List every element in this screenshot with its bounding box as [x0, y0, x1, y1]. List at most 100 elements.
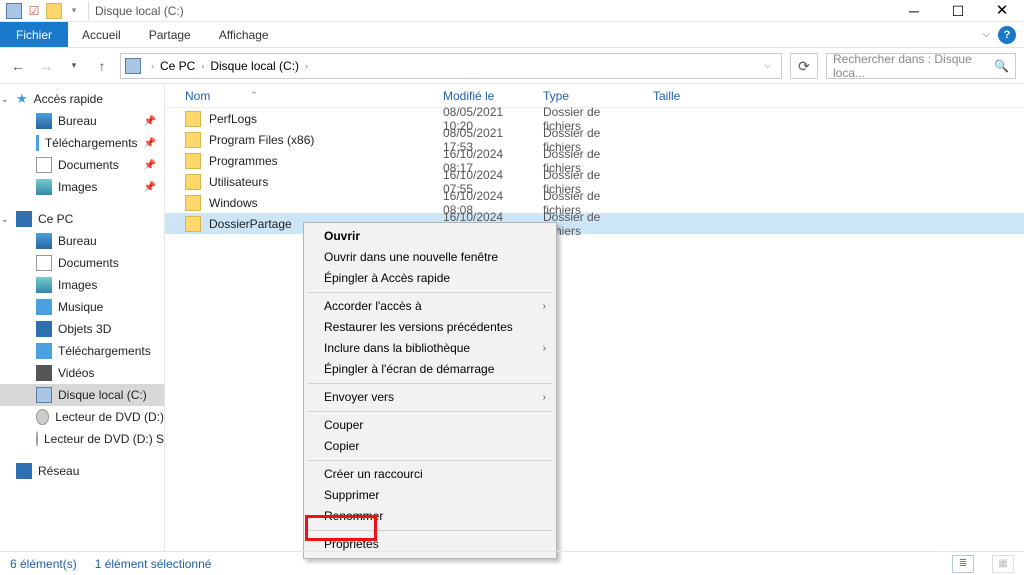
chevron-right-icon[interactable]: ›: [145, 61, 160, 71]
sidebar-item[interactable]: Images: [0, 274, 164, 296]
chevron-right-icon: ›: [543, 338, 546, 359]
minimize-button[interactable]: ─: [892, 0, 936, 22]
drive-icon: [125, 58, 141, 74]
column-type[interactable]: Type: [523, 89, 633, 103]
address-bar: ← → ▾ ↑ › Ce PC › Disque local (C:) › ⌵ …: [0, 48, 1024, 84]
cm-send-to[interactable]: Envoyer vers›: [306, 387, 554, 408]
context-menu: Ouvrir Ouvrir dans une nouvelle fenêtre …: [303, 222, 557, 559]
search-input[interactable]: Rechercher dans : Disque loca... 🔍: [826, 53, 1016, 79]
chevron-right-icon: ›: [543, 387, 546, 408]
cm-delete[interactable]: Supprimer: [306, 485, 554, 506]
folder-icon: [185, 174, 201, 190]
file-name: Programmes: [209, 154, 278, 168]
breadcrumb-pc[interactable]: Ce PC: [160, 59, 195, 73]
cm-open[interactable]: Ouvrir: [306, 226, 554, 247]
sort-indicator-icon: ⌃: [250, 90, 258, 101]
cm-copy[interactable]: Copier: [306, 436, 554, 457]
sidebar-item[interactable]: Téléchargements 📌: [0, 132, 164, 154]
cm-pin-start[interactable]: Épingler à l'écran de démarrage: [306, 359, 554, 380]
sidebar-item-label: Musique: [58, 300, 103, 314]
address-dropdown-icon[interactable]: ⌵: [758, 60, 777, 71]
explorer-icon: [6, 3, 22, 19]
sidebar-item-icon: [36, 409, 49, 425]
column-size[interactable]: Taille: [633, 89, 693, 103]
sidebar-item-icon: [36, 277, 52, 293]
breadcrumb-drive[interactable]: Disque local (C:): [210, 59, 299, 73]
ribbon-tabs: Fichier Accueil Partage Affichage ⌵ ?: [0, 22, 1024, 48]
tab-view[interactable]: Affichage: [205, 22, 283, 47]
sidebar-item-label: Lecteur de DVD (D:) S: [44, 432, 164, 446]
sidebar-item[interactable]: Documents📌: [0, 154, 164, 176]
file-list-pane: Nom⌃ Modifié le Type Taille PerfLogs08/0…: [165, 84, 1024, 551]
expand-icon[interactable]: ⌄: [1, 214, 10, 225]
table-row[interactable]: DossierPartage16/10/2024 08:42Dossier de…: [165, 213, 1024, 234]
column-date[interactable]: Modifié le: [423, 89, 523, 103]
sidebar-item[interactable]: Musique: [0, 296, 164, 318]
folder-icon: [185, 195, 201, 211]
view-details-button[interactable]: ≣: [952, 555, 974, 573]
chevron-right-icon[interactable]: ›: [299, 61, 314, 71]
pin-icon: 📌: [144, 138, 156, 149]
search-icon: 🔍: [994, 59, 1009, 73]
cm-grant-access[interactable]: Accorder l'accès à›: [306, 296, 554, 317]
quick-access-toolbar: ☑ ▾: [0, 3, 82, 19]
cm-open-new-window[interactable]: Ouvrir dans une nouvelle fenêtre: [306, 247, 554, 268]
close-button[interactable]: ✕: [980, 0, 1024, 22]
ribbon-expand-icon[interactable]: ⌵: [976, 22, 996, 47]
sidebar-item[interactable]: Bureau: [0, 230, 164, 252]
qat-properties-icon[interactable]: ☑: [26, 3, 42, 19]
sidebar-this-pc[interactable]: ⌄ Ce PC: [0, 208, 164, 230]
file-name: Windows: [209, 196, 258, 210]
tab-home[interactable]: Accueil: [68, 22, 135, 47]
cm-cut[interactable]: Couper: [306, 415, 554, 436]
sidebar-item[interactable]: Objets 3D: [0, 318, 164, 340]
sidebar-item-icon: [36, 233, 52, 249]
sidebar-item-label: Téléchargements: [45, 136, 138, 150]
breadcrumb[interactable]: › Ce PC › Disque local (C:) › ⌵: [120, 53, 782, 79]
folder-icon: [185, 111, 201, 127]
refresh-button[interactable]: ⟳: [790, 53, 818, 79]
sidebar-item-icon: [36, 135, 39, 151]
separator: [308, 292, 552, 293]
sidebar-item[interactable]: Disque local (C:): [0, 384, 164, 406]
help-icon[interactable]: ?: [998, 26, 1016, 44]
sidebar-item[interactable]: Bureau📌: [0, 110, 164, 132]
qat-dropdown-icon[interactable]: ▾: [66, 3, 82, 19]
expand-icon[interactable]: ⌄: [1, 94, 10, 105]
pin-icon: 📌: [144, 116, 156, 127]
sidebar-item-icon: [36, 299, 52, 315]
sidebar-item[interactable]: Lecteur de DVD (D:): [0, 406, 164, 428]
sidebar-item[interactable]: Lecteur de DVD (D:) S: [0, 428, 164, 450]
sidebar-item[interactable]: Téléchargements: [0, 340, 164, 362]
sidebar-item-icon: [36, 157, 52, 173]
back-button[interactable]: ←: [8, 58, 28, 74]
sidebar-item-icon: [36, 179, 52, 195]
sidebar-network[interactable]: › Réseau: [0, 460, 164, 482]
cm-restore-versions[interactable]: Restaurer les versions précédentes: [306, 317, 554, 338]
sidebar-item-icon: [36, 113, 52, 129]
sidebar-item[interactable]: Images📌: [0, 176, 164, 198]
recent-dropdown-icon[interactable]: ▾: [64, 60, 84, 71]
sidebar-item[interactable]: Vidéos: [0, 362, 164, 384]
sidebar-item-label: Téléchargements: [58, 344, 151, 358]
sidebar-item[interactable]: Documents: [0, 252, 164, 274]
cm-rename[interactable]: Renommer: [306, 506, 554, 527]
sidebar-item-label: Documents: [58, 256, 119, 270]
up-button[interactable]: ↑: [92, 58, 112, 74]
pin-icon: 📌: [144, 160, 156, 171]
navigation-pane: ⌄ ★ Accès rapide Bureau📌Téléchargements📌…: [0, 84, 165, 551]
forward-button[interactable]: →: [36, 58, 56, 74]
view-large-button[interactable]: ▦: [992, 555, 1014, 573]
tab-file[interactable]: Fichier: [0, 22, 68, 47]
status-count: 6 élément(s): [10, 557, 77, 571]
cm-pin-quick[interactable]: Épingler à Accès rapide: [306, 268, 554, 289]
tab-share[interactable]: Partage: [135, 22, 205, 47]
maximize-button[interactable]: ☐: [936, 0, 980, 22]
cm-include-library[interactable]: Inclure dans la bibliothèque›: [306, 338, 554, 359]
sidebar-quick-access[interactable]: ⌄ ★ Accès rapide: [0, 88, 164, 110]
chevron-right-icon[interactable]: ›: [195, 61, 210, 71]
column-name[interactable]: Nom⌃: [165, 89, 423, 103]
sidebar-item-icon: [36, 255, 52, 271]
cm-create-shortcut[interactable]: Créer un raccourci: [306, 464, 554, 485]
status-bar: 6 élément(s) 1 élément sélectionné ≣ ▦: [0, 551, 1024, 575]
